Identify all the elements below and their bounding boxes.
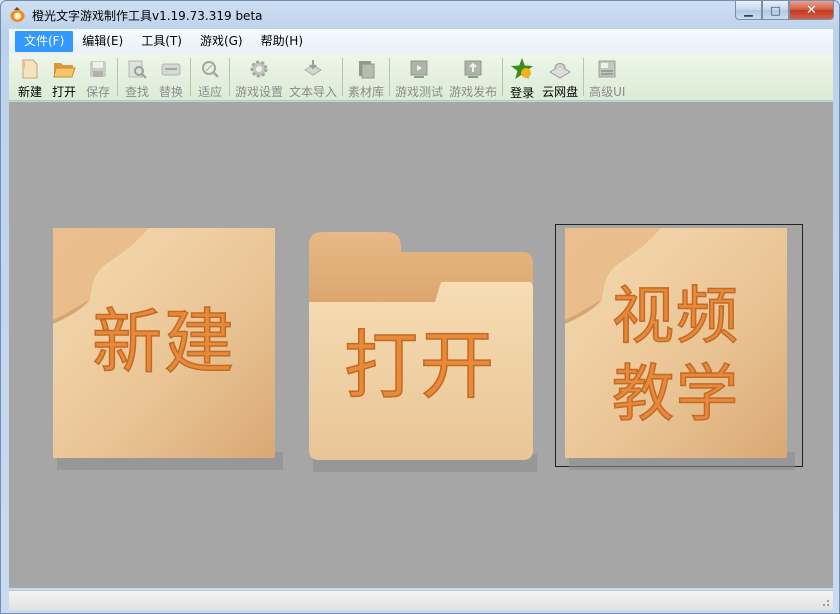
app-logo-icon [10,7,25,22]
save-button[interactable]: 保存 [81,54,115,100]
toolbar-separator [389,58,391,96]
asset-library-icon [354,57,378,80]
advanced-ui-label: 高级UI [589,85,626,99]
game-publish-label: 游戏发布 [449,85,498,99]
find-icon [125,57,149,80]
menu-edit[interactable]: 编辑(E) [73,31,132,52]
close-button[interactable]: ✕ [789,1,834,20]
replace-label: 替换 [158,85,183,99]
save-icon [86,57,110,80]
new-project-card[interactable]: 新建 [45,220,283,474]
game-test-label: 游戏测试 [395,85,444,99]
text-import-button[interactable]: 文本导入 [286,54,340,100]
toolbar: 新建 打开 保存 查找 替换 适应 游戏设置 文本导入 素材库 游戏测试 游戏发… [9,54,833,101]
toolbar-separator [342,58,344,96]
find-label: 查找 [124,85,149,99]
replace-button[interactable]: 替换 [154,54,188,100]
status-bar [9,590,833,610]
new-file-icon [18,57,42,80]
maximize-button[interactable]: □ [762,1,789,20]
game-settings-label: 游戏设置 [235,85,284,99]
video-tutorial-label-line1: 视频 [611,279,740,353]
gear-icon [247,57,271,80]
start-page: 新建 打开 视频 教学 [9,102,833,588]
open-project-label: 打开 [343,323,496,409]
game-settings-button[interactable]: 游戏设置 [232,54,286,100]
video-tutorial-label-line2: 教学 [611,357,740,431]
find-button[interactable]: 查找 [120,54,154,100]
publish-icon [461,57,485,80]
window-title: 橙光文字游戏制作工具v1.19.73.319 beta [32,9,263,23]
save-label: 保存 [85,85,110,99]
text-import-label: 文本导入 [289,85,338,99]
game-test-button[interactable]: 游戏测试 [392,54,446,100]
folder-open-icon [52,57,76,80]
title-bar[interactable]: 橙光文字游戏制作工具v1.19.73.319 beta ▁ □ ✕ [1,1,839,29]
zoom-fit-icon [198,57,222,80]
import-icon [301,57,325,80]
assets-button[interactable]: 素材库 [345,54,387,100]
menu-file[interactable]: 文件(F) [15,31,74,52]
resize-grip-icon[interactable] [820,597,830,607]
new-project-label: 新建 [91,301,236,383]
window-controls: ▁ □ ✕ [735,1,834,21]
menu-tools[interactable]: 工具(T) [132,31,191,52]
menu-game[interactable]: 游戏(G) [191,31,252,52]
video-tutorial-card[interactable]: 视频 教学 [557,220,795,474]
menu-bar: 文件(F) 编辑(E) 工具(T) 游戏(G) 帮助(H) [9,29,833,54]
menu-help[interactable]: 帮助(H) [252,31,312,52]
assets-label: 素材库 [348,85,385,99]
play-test-icon [407,57,431,80]
advanced-ui-icon [595,57,619,80]
minimize-button[interactable]: ▁ [735,1,762,20]
new-button[interactable]: 新建 [13,54,47,100]
fit-label: 适应 [197,85,222,99]
advanced-ui-button[interactable]: 高级UI [586,54,628,100]
toolbar-separator [583,58,585,96]
open-label: 打开 [51,85,76,99]
toolbar-separator [502,58,504,96]
open-button[interactable]: 打开 [47,54,81,100]
fit-button[interactable]: 适应 [193,54,227,100]
toolbar-separator [117,58,118,96]
new-label: 新建 [17,85,42,99]
login-button[interactable]: 登录 [505,54,539,100]
app-window: 橙光文字游戏制作工具v1.19.73.319 beta ▁ □ ✕ 文件(F) … [0,0,840,614]
cloud-drive-icon [548,57,572,80]
game-publish-button[interactable]: 游戏发布 [446,54,500,100]
toolbar-separator [190,58,191,96]
login-label: 登录 [510,86,535,100]
open-project-card[interactable]: 打开 [301,226,539,476]
toolbar-separator [229,58,230,96]
cloud-drive-button[interactable]: 云网盘 [539,54,581,100]
cloud-drive-label: 云网盘 [542,85,579,99]
replace-icon [159,57,183,80]
login-star-icon [510,57,534,81]
